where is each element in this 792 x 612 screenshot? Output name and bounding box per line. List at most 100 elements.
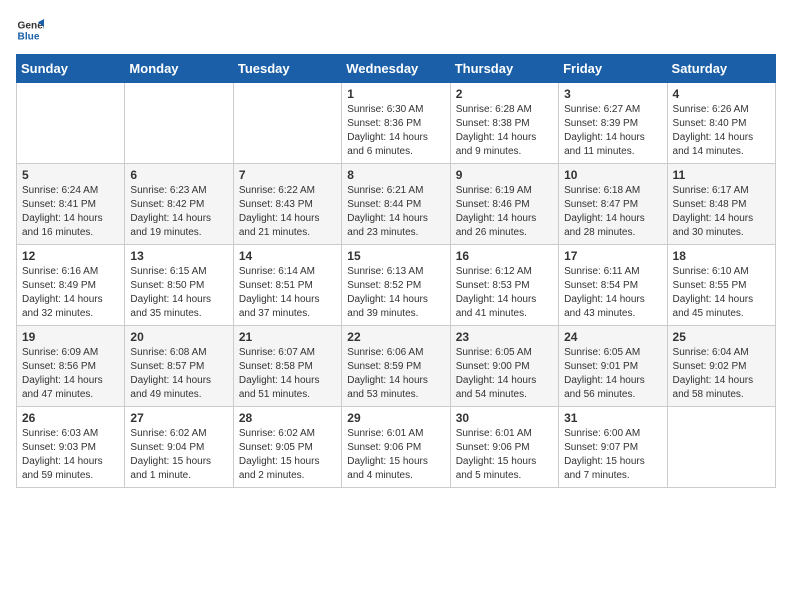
- day-number: 22: [347, 330, 444, 344]
- day-number: 26: [22, 411, 119, 425]
- day-info: Sunrise: 6:11 AM Sunset: 8:54 PM Dayligh…: [564, 265, 661, 321]
- day-number: 4: [673, 87, 770, 101]
- day-info: Sunrise: 6:08 AM Sunset: 8:57 PM Dayligh…: [130, 346, 227, 402]
- day-number: 8: [347, 168, 444, 182]
- day-info: Sunrise: 6:07 AM Sunset: 8:58 PM Dayligh…: [239, 346, 336, 402]
- calendar-week-row: 5Sunrise: 6:24 AM Sunset: 8:41 PM Daylig…: [17, 164, 776, 245]
- weekday-header-row: SundayMondayTuesdayWednesdayThursdayFrid…: [17, 55, 776, 83]
- calendar-week-row: 19 Sunrise: 6:09 AM Sunset: 8:56 PM Dayli…: [17, 326, 776, 407]
- day-number: 21: [239, 330, 336, 344]
- day-info: Sunrise: 6:03 AM Sunset: 9:03 PM Dayligh…: [22, 427, 119, 483]
- calendar-cell: 3 Sunrise: 6:27 AM Sunset: 8:39 PM Daylig…: [559, 83, 667, 164]
- day-number: 24: [564, 330, 661, 344]
- day-info: Sunrise: 6:22 AM Sunset: 8:43 PM Dayligh…: [239, 184, 336, 240]
- day-info: Sunrise: 6:12 AM Sunset: 8:53 PM Dayligh…: [456, 265, 553, 321]
- day-number: 11: [673, 168, 770, 182]
- calendar-week-row: 1Sunrise: 6:30 AM Sunset: 8:36 PM Daylig…: [17, 83, 776, 164]
- day-number: 19: [22, 330, 119, 344]
- calendar-cell: 20 Sunrise: 6:08 AM Sunset: 8:57 PM Dayli…: [125, 326, 233, 407]
- calendar-cell: 8 Sunrise: 6:21 AM Sunset: 8:44 PM Daylig…: [342, 164, 450, 245]
- calendar-cell: 31 Sunrise: 6:00 AM Sunset: 9:07 PM Dayli…: [559, 407, 667, 488]
- day-info: Sunrise: 6:26 AM Sunset: 8:40 PM Dayligh…: [673, 103, 770, 159]
- calendar-cell: 14 Sunrise: 6:14 AM Sunset: 8:51 PM Dayli…: [233, 245, 341, 326]
- day-number: 29: [347, 411, 444, 425]
- day-number: 7: [239, 168, 336, 182]
- day-number: 15: [347, 249, 444, 263]
- weekday-header: Sunday: [17, 55, 125, 83]
- calendar-cell: 27 Sunrise: 6:02 AM Sunset: 9:04 PM Dayli…: [125, 407, 233, 488]
- day-info: Sunrise: 6:01 AM Sunset: 9:06 PM Dayligh…: [347, 427, 444, 483]
- day-info: Sunrise: 6:14 AM Sunset: 8:51 PM Dayligh…: [239, 265, 336, 321]
- day-info: Sunrise: 6:05 AM Sunset: 9:00 PM Dayligh…: [456, 346, 553, 402]
- page-header: General Blue: [16, 16, 776, 44]
- day-number: 16: [456, 249, 553, 263]
- calendar-cell: [125, 83, 233, 164]
- day-number: 23: [456, 330, 553, 344]
- calendar-cell: 4 Sunrise: 6:26 AM Sunset: 8:40 PM Daylig…: [667, 83, 775, 164]
- day-number: 2: [456, 87, 553, 101]
- day-number: 5: [22, 168, 119, 182]
- day-number: 14: [239, 249, 336, 263]
- day-info: Sunrise: 6:27 AM Sunset: 8:39 PM Dayligh…: [564, 103, 661, 159]
- calendar-cell: 13 Sunrise: 6:15 AM Sunset: 8:50 PM Dayli…: [125, 245, 233, 326]
- day-info: Sunrise: 6:06 AM Sunset: 8:59 PM Dayligh…: [347, 346, 444, 402]
- calendar-cell: 6 Sunrise: 6:23 AM Sunset: 8:42 PM Daylig…: [125, 164, 233, 245]
- day-number: 6: [130, 168, 227, 182]
- day-info: Sunrise: 6:04 AM Sunset: 9:02 PM Dayligh…: [673, 346, 770, 402]
- day-number: 30: [456, 411, 553, 425]
- day-info: Sunrise: 6:10 AM Sunset: 8:55 PM Dayligh…: [673, 265, 770, 321]
- weekday-header: Friday: [559, 55, 667, 83]
- day-info: Sunrise: 6:17 AM Sunset: 8:48 PM Dayligh…: [673, 184, 770, 240]
- weekday-header: Thursday: [450, 55, 558, 83]
- calendar-cell: 26 Sunrise: 6:03 AM Sunset: 9:03 PM Dayli…: [17, 407, 125, 488]
- day-number: 25: [673, 330, 770, 344]
- calendar-cell: 11 Sunrise: 6:17 AM Sunset: 8:48 PM Dayli…: [667, 164, 775, 245]
- day-info: Sunrise: 6:09 AM Sunset: 8:56 PM Dayligh…: [22, 346, 119, 402]
- weekday-header: Tuesday: [233, 55, 341, 83]
- weekday-header: Saturday: [667, 55, 775, 83]
- calendar-week-row: 12Sunrise: 6:16 AM Sunset: 8:49 PM Dayli…: [17, 245, 776, 326]
- day-number: 3: [564, 87, 661, 101]
- calendar-cell: 12Sunrise: 6:16 AM Sunset: 8:49 PM Dayli…: [17, 245, 125, 326]
- day-info: Sunrise: 6:21 AM Sunset: 8:44 PM Dayligh…: [347, 184, 444, 240]
- day-info: Sunrise: 6:02 AM Sunset: 9:04 PM Dayligh…: [130, 427, 227, 483]
- day-number: 10: [564, 168, 661, 182]
- day-info: Sunrise: 6:00 AM Sunset: 9:07 PM Dayligh…: [564, 427, 661, 483]
- day-number: 27: [130, 411, 227, 425]
- calendar-cell: 5Sunrise: 6:24 AM Sunset: 8:41 PM Daylig…: [17, 164, 125, 245]
- day-info: Sunrise: 6:13 AM Sunset: 8:52 PM Dayligh…: [347, 265, 444, 321]
- calendar-cell: 21 Sunrise: 6:07 AM Sunset: 8:58 PM Dayli…: [233, 326, 341, 407]
- weekday-header: Monday: [125, 55, 233, 83]
- weekday-header: Wednesday: [342, 55, 450, 83]
- day-number: 9: [456, 168, 553, 182]
- day-info: Sunrise: 6:19 AM Sunset: 8:46 PM Dayligh…: [456, 184, 553, 240]
- calendar-cell: 7 Sunrise: 6:22 AM Sunset: 8:43 PM Daylig…: [233, 164, 341, 245]
- calendar-cell: 29 Sunrise: 6:01 AM Sunset: 9:06 PM Dayli…: [342, 407, 450, 488]
- day-info: Sunrise: 6:16 AM Sunset: 8:49 PM Dayligh…: [22, 265, 119, 321]
- calendar-cell: 19 Sunrise: 6:09 AM Sunset: 8:56 PM Dayli…: [17, 326, 125, 407]
- svg-text:Blue: Blue: [18, 31, 40, 42]
- calendar-cell: 30 Sunrise: 6:01 AM Sunset: 9:06 PM Dayli…: [450, 407, 558, 488]
- day-info: Sunrise: 6:23 AM Sunset: 8:42 PM Dayligh…: [130, 184, 227, 240]
- calendar-cell: [667, 407, 775, 488]
- day-number: 20: [130, 330, 227, 344]
- day-number: 31: [564, 411, 661, 425]
- calendar-cell: 17Sunrise: 6:11 AM Sunset: 8:54 PM Dayli…: [559, 245, 667, 326]
- logo-icon: General Blue: [16, 16, 44, 44]
- calendar-cell: 16 Sunrise: 6:12 AM Sunset: 8:53 PM Dayli…: [450, 245, 558, 326]
- day-info: Sunrise: 6:01 AM Sunset: 9:06 PM Dayligh…: [456, 427, 553, 483]
- calendar-cell: 28Sunrise: 6:02 AM Sunset: 9:05 PM Dayli…: [233, 407, 341, 488]
- calendar-cell: 25 Sunrise: 6:04 AM Sunset: 9:02 PM Dayli…: [667, 326, 775, 407]
- day-number: 13: [130, 249, 227, 263]
- day-info: Sunrise: 6:15 AM Sunset: 8:50 PM Dayligh…: [130, 265, 227, 321]
- calendar-cell: 15 Sunrise: 6:13 AM Sunset: 8:52 PM Dayli…: [342, 245, 450, 326]
- calendar-cell: 10 Sunrise: 6:18 AM Sunset: 8:47 PM Dayli…: [559, 164, 667, 245]
- calendar-table: SundayMondayTuesdayWednesdayThursdayFrid…: [16, 54, 776, 488]
- day-info: Sunrise: 6:02 AM Sunset: 9:05 PM Dayligh…: [239, 427, 336, 483]
- calendar-cell: [233, 83, 341, 164]
- calendar-cell: 18 Sunrise: 6:10 AM Sunset: 8:55 PM Dayli…: [667, 245, 775, 326]
- day-info: Sunrise: 6:18 AM Sunset: 8:47 PM Dayligh…: [564, 184, 661, 240]
- day-number: 18: [673, 249, 770, 263]
- calendar-cell: 1Sunrise: 6:30 AM Sunset: 8:36 PM Daylig…: [342, 83, 450, 164]
- calendar-week-row: 26 Sunrise: 6:03 AM Sunset: 9:03 PM Dayli…: [17, 407, 776, 488]
